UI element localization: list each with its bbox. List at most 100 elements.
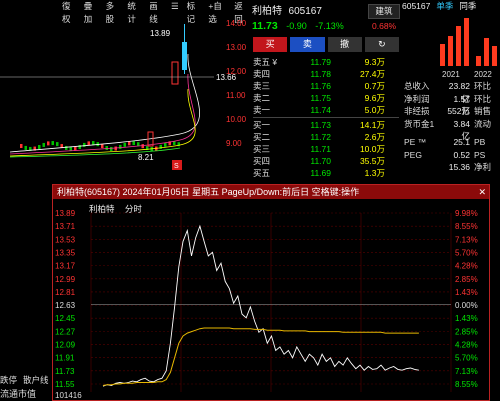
info-tag: 环比 [474,93,492,104]
candle [105,146,108,151]
book-row[interactable]: 买一 11.73 14.1万 [253,119,399,131]
close-icon[interactable]: ✕ [478,185,486,199]
year-label: 2022 [474,70,492,78]
book-volume: 27.4万 [359,69,385,79]
popup-title[interactable]: 利柏特(605167) 2024年01月05日 星期五 PageUp/Down:… [53,185,489,199]
price-tick-label: 12.09 [55,341,76,350]
order-book: 卖五 ¥ 11.79 9.3万 卖四 11.78 27.4万 卖三 11.76 0.7万 卖二 11… [253,56,399,179]
price-tick-label: 12.81 [55,288,76,297]
candle [164,142,167,147]
toolbar-item[interactable]: 復权 [60,0,78,24]
book-volume: 0.7万 [364,81,385,91]
book-level: 买四 [253,156,271,166]
info-row: 货币金1 3.84亿 流动 [404,118,500,142]
toolbar-item[interactable]: 返回 [232,0,250,24]
financial-rows: 总收入 23.82亿 环比 净利润 1.57亿 环比 非经损 552万 销售 货币金1 3.84亿流… [404,80,500,174]
toolbar-item[interactable]: +自选 [206,0,228,24]
book-level: 卖五 ¥ [253,57,278,67]
book-price: 11.79 [310,57,331,67]
book-row[interactable]: 买四 11.70 35.5万 [253,155,399,167]
info-row: 非经损 552万 销售 [404,105,500,118]
toolbar-item[interactable]: 标记 [185,0,203,24]
book-row[interactable]: 卖五 ¥ 11.79 9.3万 [253,56,399,68]
info-tag: PB [474,137,486,147]
price-axis-label: 9.00 [226,139,242,148]
book-row[interactable]: 卖三 11.76 0.7万 [253,80,399,92]
refresh-button[interactable]: ↻ [364,37,399,52]
last-price: 11.73 [252,20,278,32]
toolbar-item[interactable]: 画线 [147,0,165,24]
candle [24,145,27,150]
book-row[interactable]: 卖四 11.78 27.4万 [253,68,399,80]
book-level: 买三 [253,144,271,154]
price-tick-label: 12.45 [55,314,76,323]
ma-line [9,73,196,155]
book-price: 11.70 [310,156,331,166]
book-row[interactable]: 买五 11.69 1.3万 [253,167,399,179]
pct-tick-label: 5.70% [455,354,478,363]
kline-chart[interactable]: 14.0013.0012.0011.0010.009.0013.6613.898… [0,14,250,184]
book-price: 11.69 [310,168,331,178]
candle [141,144,144,149]
pct-tick-label: 8.55% [455,222,478,231]
info-key: 净利润 [404,93,430,104]
tab-quarterly[interactable]: 单季 [436,0,453,13]
book-row[interactable]: 卖一 11.74 5.0万 [253,104,399,116]
candle [83,142,86,147]
book-price: 11.78 [310,69,331,79]
price-axis-label: 11.00 [226,91,246,100]
indicator-tabs: 跌停 散户线 [0,374,49,386]
book-price: 11.71 [310,144,331,154]
avg-price-line [102,327,419,386]
info-value: 0.52 [453,149,470,160]
price-change: -0.90 [286,21,307,31]
toolbar-item[interactable]: 疊加 [82,0,100,24]
cancel-button[interactable]: 撤 [327,37,362,52]
book-row[interactable]: 买三 11.71 10.0万 [253,143,399,155]
buy-button[interactable]: 买 [253,37,288,52]
sell-marker-text: S [174,163,179,170]
pct-tick-label: 0.00% [455,301,478,310]
volume-label: 101416 [55,391,82,400]
pct-tick-label: 7.13% [455,367,478,376]
book-price: 11.73 [310,120,331,130]
intraday-popup[interactable]: 利柏特(605167) 2024年01月05日 星期五 PageUp/Down:… [52,184,490,401]
book-volume: 2.6万 [364,132,385,142]
stock-header: 利柏特 605167 [252,2,322,18]
tab-retail-line[interactable]: 散户线 [23,374,49,386]
book-row[interactable]: 买二 11.72 2.6万 [253,131,399,143]
info-key: PEG [404,149,422,160]
high-price-label: 13.89 [150,29,171,38]
price-tick-label: 13.89 [55,209,76,218]
price-axis-label: 10.00 [226,115,247,124]
book-level: 买五 [253,168,271,178]
book-row[interactable]: 卖二 11.75 9.6万 [253,92,399,104]
pct-tick-label: 1.43% [455,288,478,297]
info-value: 552万 [447,106,470,116]
sector-pct: 0.68% [372,21,397,31]
low-price-label: 8.21 [138,153,154,162]
toolbar-item[interactable]: ☰ [169,0,181,13]
book-volume: 9.3万 [364,57,385,67]
price-tick-label: 13.71 [55,222,76,231]
book-price: 11.76 [310,81,331,91]
info-value: 1.57亿 [453,93,470,117]
intraday-chart[interactable]: 13.89 9.98% 13.71 8.55% 13.53 7.13% 13.35 5.70%… [53,199,489,400]
price-tick-label: 11.91 [55,354,75,363]
candle [123,142,126,147]
book-divider [253,117,399,118]
sell-button[interactable]: 卖 [290,37,325,52]
toolbar-item[interactable]: 统计 [125,0,143,24]
tab-limit-down[interactable]: 跌停 [0,374,17,386]
stock-name: 利柏特 [252,6,282,17]
pct-tick-label: 2.85% [455,275,478,284]
sector-button[interactable]: 建筑 [368,4,400,19]
book-level: 卖四 [253,69,271,79]
tab-same-quarter[interactable]: 同季 [459,0,476,13]
candle [128,141,131,146]
candle [171,61,179,85]
book-volume: 1.3万 [364,168,385,178]
info-tag: 流动 [474,118,492,129]
info-key: 总收入 [404,81,430,91]
toolbar-item[interactable]: 多股 [104,0,122,24]
